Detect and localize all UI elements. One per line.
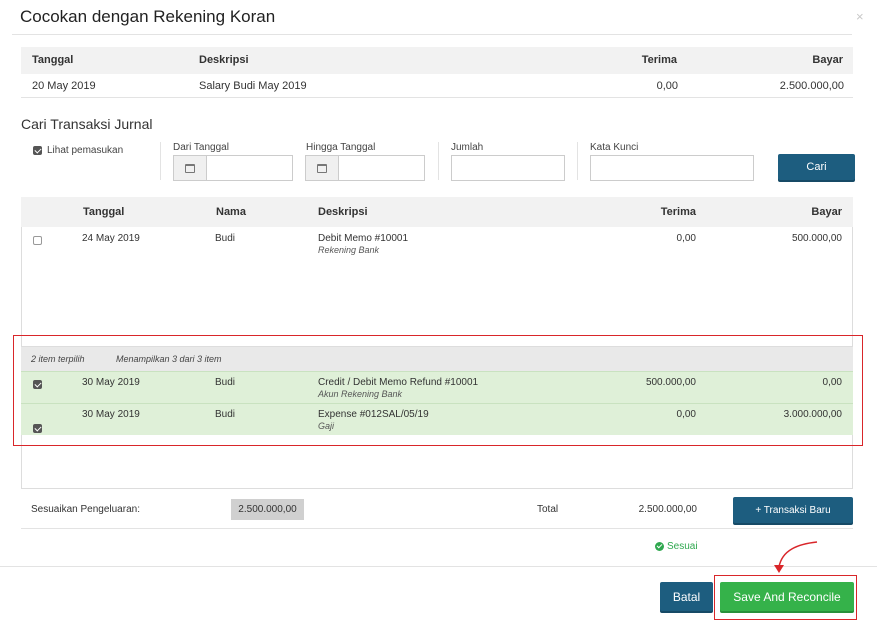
search-section-title: Cari Transaksi Jurnal xyxy=(21,116,153,132)
close-icon[interactable]: × xyxy=(856,9,864,24)
from-date-input[interactable] xyxy=(207,155,293,181)
statement-paid: 2.500.000,00 xyxy=(779,80,844,92)
from-date-picker[interactable] xyxy=(173,155,293,181)
annotation-arrow-icon xyxy=(774,541,818,573)
row-description: Debit Memo #10001 xyxy=(318,233,409,244)
show-income-toggle[interactable]: Lihat pemasukan xyxy=(33,145,123,156)
show-income-checkbox[interactable] xyxy=(33,146,42,155)
statement-divider xyxy=(21,97,853,98)
row-subdescription: Rekening Bank xyxy=(318,245,380,255)
to-date-picker[interactable] xyxy=(305,155,425,181)
keyword-input[interactable] xyxy=(590,155,754,181)
journal-col-name: Nama xyxy=(216,206,246,218)
statement-col-date: Tanggal xyxy=(32,54,74,66)
amount-label: Jumlah xyxy=(451,142,484,153)
row-name: Budi xyxy=(215,233,236,244)
save-and-reconcile-button[interactable]: Save And Reconcile xyxy=(720,582,854,611)
statement-description: Salary Budi May 2019 xyxy=(199,80,307,92)
to-date-input[interactable] xyxy=(339,155,425,181)
total-value: 2.500.000,00 xyxy=(638,504,697,515)
journal-col-received: Terima xyxy=(660,206,696,218)
check-circle-icon xyxy=(655,542,664,551)
row-paid: 500.000,00 xyxy=(791,233,842,244)
journal-col-date: Tanggal xyxy=(83,206,125,218)
show-income-label: Lihat pemasukan xyxy=(47,145,124,156)
journal-table-header: Tanggal Nama Deskripsi Terima Bayar xyxy=(21,197,853,227)
amount-input[interactable] xyxy=(451,155,565,181)
cancel-button[interactable]: Batal xyxy=(660,582,713,611)
statement-col-received: Terima xyxy=(641,54,677,66)
journal-col-description: Deskripsi xyxy=(318,206,368,218)
adjust-expense-value: 2.500.000,00 xyxy=(231,499,304,520)
search-button[interactable]: Cari xyxy=(778,154,855,180)
selected-rows-highlight xyxy=(13,335,863,446)
from-date-label: Dari Tanggal xyxy=(173,142,229,153)
new-transaction-button[interactable]: + Transaksi Baru xyxy=(733,497,853,523)
summary-divider xyxy=(21,528,853,529)
statement-table-header: Tanggal Deskripsi Terima Bayar xyxy=(21,47,853,74)
match-status-text: Sesuai xyxy=(667,541,698,552)
header-divider xyxy=(12,34,852,35)
filter-separator xyxy=(438,142,439,180)
statement-col-description: Deskripsi xyxy=(199,54,249,66)
adjust-expense-label: Sesuaikan Pengeluaran: xyxy=(31,504,140,515)
total-label: Total xyxy=(537,504,559,515)
row-date: 24 May 2019 xyxy=(82,233,140,244)
statement-col-paid: Bayar xyxy=(812,54,843,66)
to-date-label: Hingga Tanggal xyxy=(306,142,376,153)
footer-divider xyxy=(0,566,877,567)
filter-separator xyxy=(160,142,161,180)
row-checkbox[interactable] xyxy=(33,236,42,245)
calendar-icon[interactable] xyxy=(305,155,339,181)
filter-separator xyxy=(577,142,578,180)
journal-col-paid: Bayar xyxy=(811,206,842,218)
keyword-label: Kata Kunci xyxy=(590,142,639,153)
match-status: Sesuai xyxy=(655,541,698,552)
statement-date: 20 May 2019 xyxy=(32,80,96,92)
calendar-icon[interactable] xyxy=(173,155,207,181)
statement-received: 0,00 xyxy=(656,80,678,92)
row-received: 0,00 xyxy=(676,233,696,244)
modal-title: Cocokan dengan Rekening Koran xyxy=(20,7,276,26)
